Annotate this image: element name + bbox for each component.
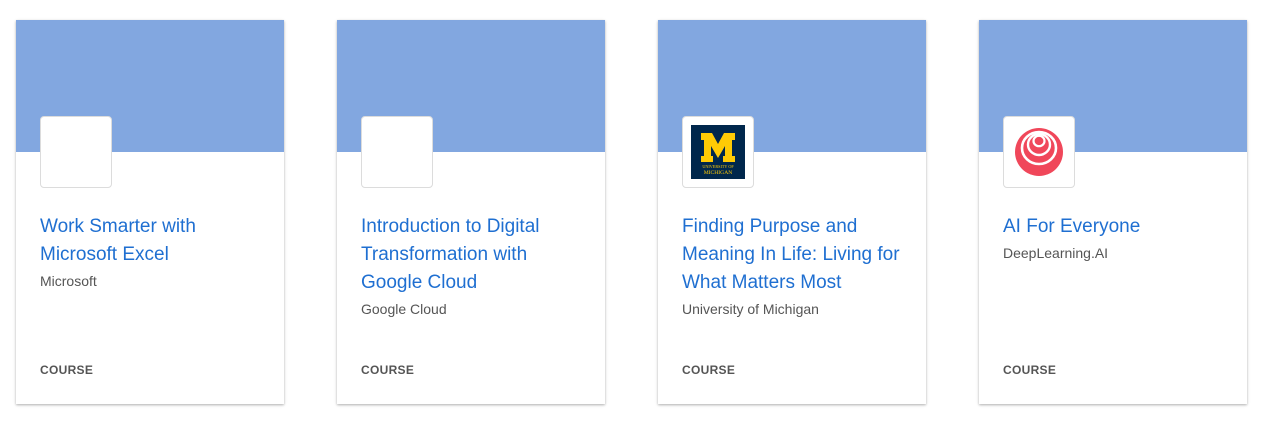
university-of-michigan-logo-icon: UNIVERSITY OF MICHIGAN (691, 125, 745, 179)
course-title-link[interactable]: Work Smarter with Microsoft Excel (40, 213, 265, 269)
svg-text:MICHIGAN: MICHIGAN (704, 170, 733, 176)
course-card[interactable]: UNIVERSITY OF MICHIGAN Finding Purpose a… (658, 20, 926, 404)
partner-logo (40, 116, 112, 188)
partner-logo (1003, 116, 1075, 188)
course-title-link[interactable]: AI For Everyone (1003, 213, 1228, 241)
partner-name: Microsoft (40, 273, 97, 289)
svg-text:UNIVERSITY OF: UNIVERSITY OF (702, 164, 734, 169)
course-card[interactable]: AI For Everyone DeepLearning.AI COURSE (979, 20, 1247, 404)
product-type-label: COURSE (1003, 363, 1057, 377)
product-type-label: COURSE (40, 363, 94, 377)
product-type-label: COURSE (361, 363, 415, 377)
course-card[interactable]: Introduction to Digital Transformation w… (337, 20, 605, 404)
product-type-label: COURSE (682, 363, 736, 377)
partner-name: Google Cloud (361, 301, 447, 317)
partner-logo: UNIVERSITY OF MICHIGAN (682, 116, 754, 188)
course-title-link[interactable]: Finding Purpose and Meaning In Life: Liv… (682, 213, 907, 297)
partner-name: DeepLearning.AI (1003, 245, 1109, 261)
course-title-link[interactable]: Introduction to Digital Transformation w… (361, 213, 586, 297)
course-card[interactable]: Work Smarter with Microsoft Excel Micros… (16, 20, 284, 404)
course-card-row: Work Smarter with Microsoft Excel Micros… (0, 0, 1273, 429)
partner-logo (361, 116, 433, 188)
deeplearning-ai-logo-icon (1015, 128, 1063, 176)
partner-name: University of Michigan (682, 301, 819, 317)
